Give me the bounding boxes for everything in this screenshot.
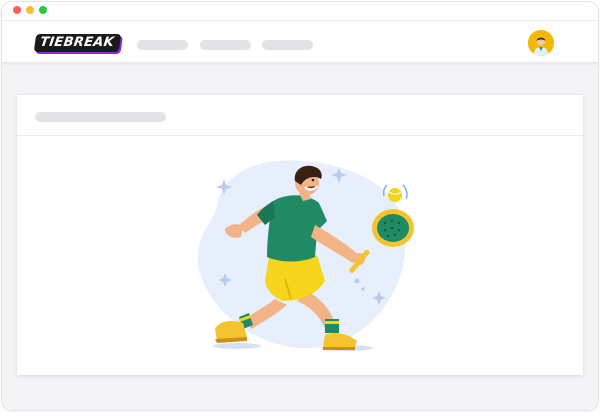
top-navbar: TIEBREAK bbox=[2, 21, 598, 62]
nav-link-placeholder-3[interactable] bbox=[262, 40, 313, 50]
nav-link-placeholder-1[interactable] bbox=[137, 40, 188, 50]
browser-window: TIEBREAK bbox=[2, 2, 598, 410]
nav-link-placeholder-2[interactable] bbox=[200, 40, 251, 50]
close-window-button[interactable] bbox=[13, 6, 21, 14]
window-titlebar bbox=[2, 2, 598, 21]
maximize-window-button[interactable] bbox=[39, 6, 47, 14]
user-avatar-icon[interactable] bbox=[528, 30, 554, 56]
content-card bbox=[17, 95, 583, 375]
tennis-player-illustration bbox=[197, 160, 414, 351]
minimize-window-button[interactable] bbox=[26, 6, 34, 14]
card-header bbox=[17, 95, 583, 136]
brand-logo[interactable]: TIEBREAK bbox=[33, 34, 122, 52]
card-title-placeholder bbox=[35, 112, 166, 122]
